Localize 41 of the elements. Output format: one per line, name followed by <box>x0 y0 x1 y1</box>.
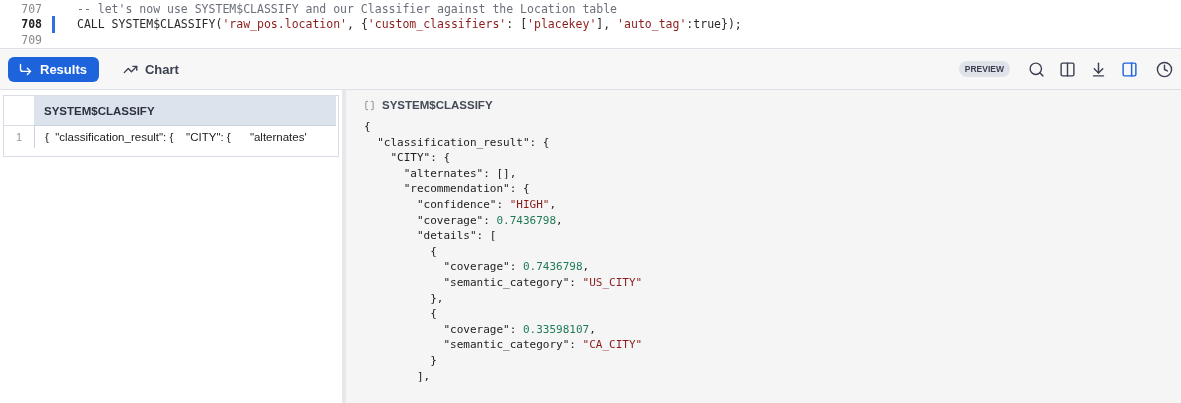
search-icon <box>1028 60 1045 78</box>
json-line: "details": [ <box>415 228 497 244</box>
brackets-icon <box>364 99 375 111</box>
json-line: "semantic_category": "CA_CITY" <box>442 337 643 353</box>
json-line: "semantic_category": "US_CITY" <box>442 274 643 291</box>
code-line: -- let's now use SYSTEM$CLASSIFY and our Classifier against the Location table <box>77 1 618 16</box>
json-line: } <box>429 352 437 369</box>
json-line: "coverage": 0.33598107, <box>442 321 596 338</box>
view-tab[interactable]: Results <box>8 56 99 82</box>
clock-button[interactable] <box>1156 60 1173 78</box>
line-number: 709 <box>20 32 42 47</box>
table-cell[interactable]: { "classification_result": { "CITY": { "alternates' <box>34 126 337 148</box>
json-line: { <box>429 306 437 322</box>
side-panel-button[interactable] <box>1121 60 1138 78</box>
code-line: CALL SYSTEM$CLASSIFY('raw_pos.location', {'custom_classifiers': ['placekey'], 'auto_tag':true}); <box>77 17 742 32</box>
download-button[interactable] <box>1090 60 1107 78</box>
columns-icon <box>1059 60 1076 78</box>
detail-title: SYSTEM$CLASSIFY <box>382 99 493 111</box>
side-panel-icon <box>1121 60 1138 78</box>
search-button[interactable] <box>1028 60 1045 78</box>
json-line: { <box>364 119 371 135</box>
json-line: "classification_result": { <box>376 134 550 151</box>
json-line: { <box>429 243 437 260</box>
json-line: "coverage": 0.7436798, <box>442 259 590 275</box>
json-line: "CITY": { <box>389 150 451 166</box>
columns-button[interactable] <box>1059 60 1076 78</box>
line-number: 707 <box>20 1 42 16</box>
clock-icon <box>1156 60 1173 78</box>
json-line: ], <box>415 368 431 385</box>
json-line: "alternates": [], <box>402 165 517 182</box>
json-line: "recommendation": { <box>402 181 530 197</box>
return-arrow-icon <box>18 61 33 77</box>
json-line: "confidence": "HIGH", <box>415 196 557 213</box>
line-number: 708 <box>20 17 42 32</box>
view-tab[interactable]: Chart <box>112 56 191 82</box>
download-icon <box>1090 60 1107 78</box>
json-line: }, <box>429 290 444 307</box>
json-line: "coverage": 0.7436798, <box>415 212 563 229</box>
column-header[interactable]: SYSTEM$CLASSIFY <box>34 96 336 126</box>
row-number: 1 <box>14 130 24 145</box>
preview-badge: PREVIEW <box>958 61 1010 77</box>
